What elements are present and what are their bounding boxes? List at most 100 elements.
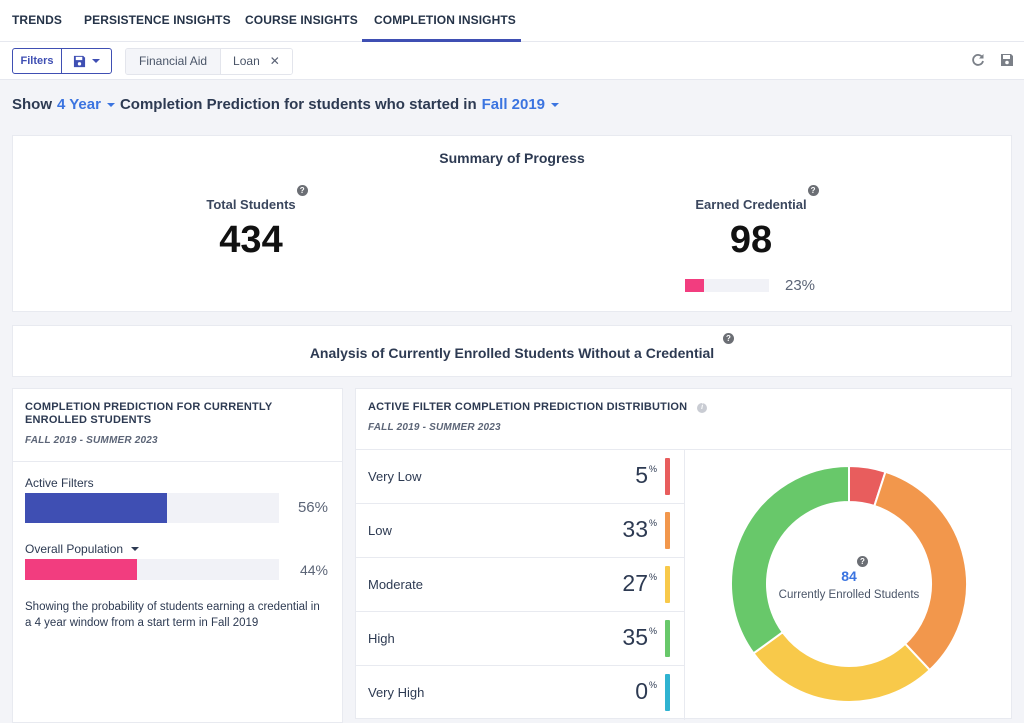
prediction-headline: Show 4 Year Completion Prediction for st…: [12, 96, 560, 113]
percent-sign: %: [648, 626, 657, 636]
prediction-note: Showing the probability of students earn…: [25, 601, 320, 629]
distribution-value: 5%: [635, 462, 657, 489]
active-filters-label: Active Filters: [25, 476, 94, 490]
save-view-icon[interactable]: [999, 52, 1015, 68]
distribution-donut-chart: ? 84 Currently Enrolled Students: [686, 450, 1012, 720]
distribution-category: Moderate: [368, 577, 423, 592]
distribution-subtitle: FALL 2019 - SUMMER 2023: [368, 422, 501, 433]
overall-population-bar-fill: [25, 559, 137, 580]
distribution-value: 35%: [622, 624, 657, 651]
help-icon[interactable]: ?: [723, 333, 734, 344]
distribution-value-number: 35: [622, 624, 648, 650]
distribution-category: Very Low: [368, 469, 422, 484]
info-icon[interactable]: i: [697, 403, 708, 413]
summary-title: Summary of Progress: [439, 150, 585, 166]
filter-toolbar: Filters Financial Aid Loan ✕: [0, 42, 1024, 80]
tab-completion-insights[interactable]: COMPLETION INSIGHTS: [362, 0, 521, 42]
help-icon[interactable]: ?: [857, 556, 868, 567]
analysis-card: Analysis of Currently Enrolled Students …: [12, 325, 1012, 377]
chevron-down-icon: [106, 102, 115, 107]
headline-prefix: Show: [12, 96, 52, 113]
earned-credential-progress-fill: [685, 279, 705, 292]
earned-credential-progress: [685, 279, 769, 292]
earned-credential-value: 98: [729, 219, 773, 261]
tab-trends[interactable]: TRENDS: [12, 0, 62, 42]
percent-sign: %: [648, 680, 657, 690]
distribution-row: Moderate 27%: [356, 558, 684, 612]
distribution-swatch: [665, 674, 670, 711]
percent-sign: %: [648, 572, 657, 582]
distribution-value: 33%: [622, 516, 657, 543]
summary-card: Summary of Progress Total Students? 434 …: [12, 135, 1012, 312]
distribution-row: High 35%: [356, 612, 684, 666]
active-filters-bar: [25, 493, 279, 523]
distribution-category: Low: [368, 523, 392, 538]
distribution-swatch: [665, 458, 670, 495]
overall-population-dropdown[interactable]: Overall Population: [25, 542, 140, 556]
distribution-value: 0%: [635, 678, 657, 705]
distribution-value: 27%: [622, 570, 657, 597]
enrolled-label: Currently Enrolled Students: [778, 589, 920, 601]
distribution-category: Very High: [368, 685, 425, 700]
overall-population-bar: [25, 559, 279, 580]
duration-dropdown[interactable]: 4 Year: [57, 96, 115, 113]
distribution-value-number: 33: [622, 516, 648, 542]
tab-course-insights[interactable]: COURSE INSIGHTS: [245, 0, 358, 42]
distribution-row: Very High 0%: [356, 666, 684, 720]
completion-prediction-title: COMPLETION PREDICTION FOR CURRENTLY ENRO…: [25, 401, 273, 426]
distribution-card: ACTIVE FILTER COMPLETION PREDICTION DIST…: [355, 388, 1012, 720]
save-filter-dropdown[interactable]: [62, 49, 111, 73]
start-term-value: Fall 2019: [481, 96, 546, 113]
distribution-value-number: 0: [635, 678, 648, 704]
filter-button-group: Filters: [12, 48, 112, 74]
distribution-legend: Very Low 5% Low 33% Moderate 27% High 35% Very H…: [356, 450, 685, 720]
start-term-dropdown[interactable]: Fall 2019: [481, 96, 560, 113]
earned-credential-label: Earned Credential: [695, 197, 807, 212]
distribution-swatch: [665, 566, 670, 603]
total-students-label: Total Students: [206, 197, 296, 212]
chevron-down-icon: [131, 547, 140, 551]
filter-chip-category: Financial Aid: [126, 49, 222, 74]
percent-sign: %: [648, 464, 657, 474]
filter-chip-value: Loan: [233, 54, 260, 68]
tab-bar: TRENDS PERSISTENCE INSIGHTS COURSE INSIG…: [0, 0, 1024, 42]
help-icon[interactable]: ?: [296, 185, 308, 196]
total-students-label-wrap: Total Students?: [206, 185, 308, 212]
percent-sign: %: [648, 518, 657, 528]
completion-prediction-subtitle: FALL 2019 - SUMMER 2023: [25, 435, 158, 446]
analysis-title: Analysis of Currently Enrolled Students …: [309, 345, 715, 361]
earned-credential-metric: Earned Credential? 98: [651, 185, 851, 261]
help-icon[interactable]: ?: [807, 185, 819, 196]
duration-value: 4 Year: [57, 96, 101, 113]
earned-credential-label-wrap: Earned Credential?: [695, 185, 819, 212]
distribution-title-wrap: ACTIVE FILTER COMPLETION PREDICTION DIST…: [368, 401, 1011, 414]
donut-slice-high[interactable]: [730, 464, 850, 655]
completion-prediction-card: COMPLETION PREDICTION FOR CURRENTLY ENRO…: [12, 388, 343, 723]
donut-slice-moderate[interactable]: [752, 630, 932, 703]
distribution-header: ACTIVE FILTER COMPLETION PREDICTION DIST…: [356, 389, 1011, 450]
distribution-category: High: [368, 631, 395, 646]
filters-button[interactable]: Filters: [13, 49, 62, 73]
total-students-metric: Total Students? 434: [151, 185, 351, 260]
active-filters-percent: 56%: [297, 499, 328, 516]
distribution-swatch: [665, 620, 670, 657]
distribution-row: Very Low 5%: [356, 450, 684, 504]
completion-prediction-header: COMPLETION PREDICTION FOR CURRENTLY ENRO…: [13, 389, 342, 462]
distribution-swatch: [665, 512, 670, 549]
close-icon[interactable]: ✕: [270, 49, 280, 74]
enrolled-count: 84: [841, 568, 857, 584]
earned-credential-percent: 23%: [785, 277, 816, 294]
active-filter-chip: Financial Aid Loan ✕: [125, 48, 293, 75]
active-filters-label-text: Active Filters: [25, 476, 94, 490]
headline-middle: Completion Prediction for students who s…: [119, 96, 477, 113]
distribution-value-number: 27: [622, 570, 648, 596]
floppy-disk-icon: [73, 55, 86, 67]
distribution-value-number: 5: [635, 462, 648, 488]
distribution-title: ACTIVE FILTER COMPLETION PREDICTION DIST…: [368, 401, 688, 413]
filter-chip-value-container: Loan ✕: [221, 49, 292, 74]
tab-persistence-insights[interactable]: PERSISTENCE INSIGHTS: [84, 0, 231, 42]
chevron-down-icon: [551, 102, 560, 107]
overall-population-percent: 44%: [299, 562, 328, 578]
refresh-icon[interactable]: [970, 52, 986, 68]
active-filters-bar-fill: [25, 493, 168, 523]
